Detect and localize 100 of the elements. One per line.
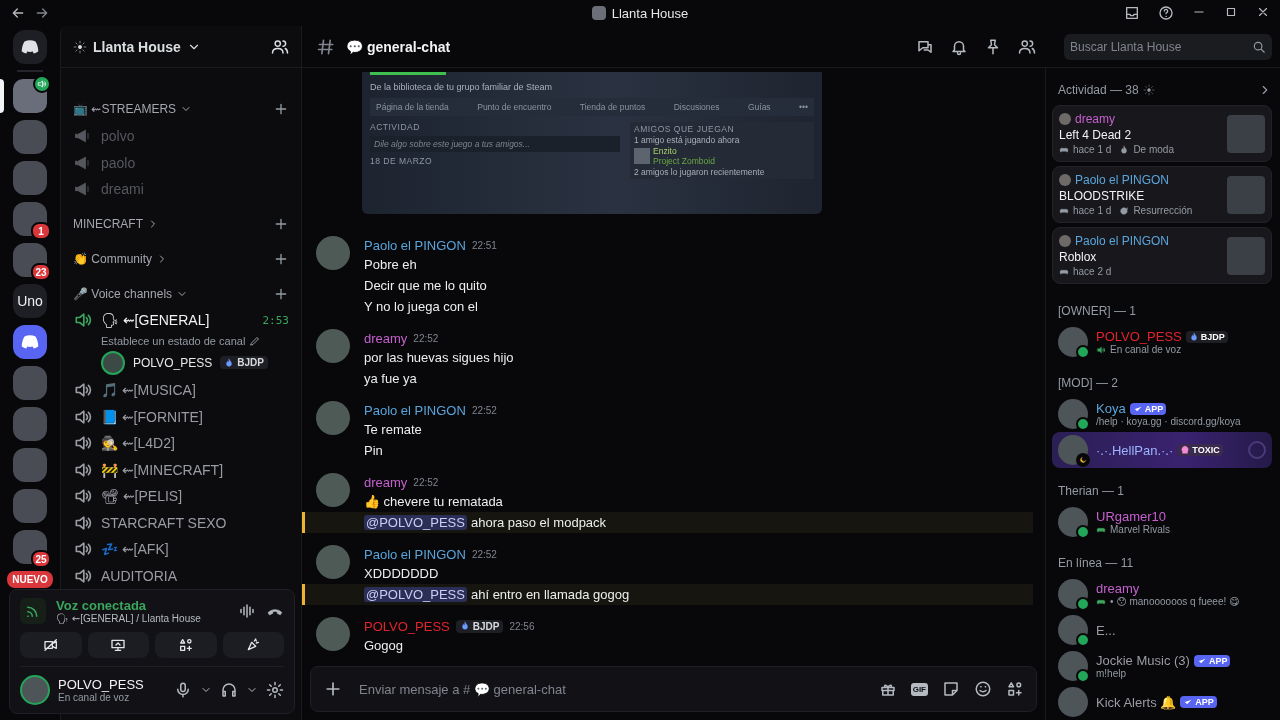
add-member-icon[interactable] (271, 37, 289, 56)
avatar[interactable] (316, 401, 350, 435)
category-toggle[interactable]: MINECRAFT (73, 216, 159, 231)
member-status-text: /help · koya.gg · discord.gg/koya (1096, 416, 1241, 427)
inbox-icon[interactable] (1124, 5, 1140, 21)
author-name[interactable]: POLVO_PESS (364, 618, 450, 634)
friend-game: Project Zomboid (653, 156, 715, 166)
avatar[interactable] (316, 329, 350, 363)
member-row[interactable]: ·.·.HellPan.·.· TOXIC (1052, 432, 1272, 468)
microphone-icon[interactable] (174, 681, 192, 699)
user-mention[interactable]: @POLVO_PESS (364, 587, 467, 602)
message-input-field[interactable]: Enviar mensaje a # 💬 general-chat GIF (310, 666, 1037, 712)
apps-icon[interactable] (1006, 680, 1024, 698)
activity-card[interactable]: dreamy Left 4 Dead 2 hace 1 d De moda (1052, 105, 1272, 162)
screen-share-button[interactable] (87, 632, 149, 658)
category-toggle[interactable]: 🎤 Voice channels (73, 286, 189, 301)
avatar[interactable] (316, 545, 350, 579)
badge-label: APP (1208, 655, 1228, 666)
member-row[interactable]: Koya APP /help · koya.gg · discord.gg/koya (1052, 396, 1272, 432)
server-button[interactable] (13, 30, 47, 64)
message-text: XDDDDDDD (364, 566, 439, 581)
members-icon[interactable] (1018, 37, 1036, 56)
avatar[interactable] (316, 236, 350, 270)
camera-off-icon (42, 637, 59, 653)
search-field[interactable]: Buscar Llanta House (1064, 33, 1272, 60)
member-row[interactable]: dreamy • 😯 manoooooos q fueee! 😋 (1052, 576, 1272, 612)
store-page-screenshot[interactable] (362, 72, 822, 214)
avatar[interactable] (316, 617, 350, 651)
message-text: ya fue ya (364, 371, 417, 386)
server-name-menu[interactable]: Llanta House (73, 38, 271, 55)
refresh-icon (1119, 205, 1130, 216)
flame-icon (1188, 331, 1199, 342)
server-button[interactable] (13, 243, 47, 277)
embed-tab-label: Discusiones (673, 102, 720, 112)
waveform-icon[interactable] (238, 602, 256, 620)
message-input[interactable]: Enviar mensaje a # 💬 general-chat (357, 680, 865, 698)
category-toggle[interactable]: 👏 Community (73, 251, 168, 266)
voice-channel[interactable]: 🕵 ⇜[L4D2] (73, 433, 289, 454)
activity-detail: hace 1 d (1073, 144, 1112, 155)
sticker-icon[interactable] (942, 680, 960, 698)
member-group-heading: [MOD] — 2 (1058, 376, 1119, 390)
member-group-heading: En línea — 11 (1058, 556, 1135, 570)
voice-channel[interactable]: 🗣 ⇜[GENERAL] (73, 310, 263, 331)
avatar (1058, 651, 1088, 681)
author-name[interactable]: Paolo el PINGON (364, 402, 466, 418)
server-button[interactable] (13, 325, 47, 359)
headphones-icon[interactable] (220, 681, 238, 699)
voice-channel[interactable]: 🚧 ⇜[MINECRAFT] (73, 459, 289, 480)
member-row[interactable]: Jockie Music (3) APP m!help (1052, 648, 1272, 684)
channel-status-hint[interactable]: Establece un estado de canal (101, 335, 246, 348)
pencil-icon[interactable] (249, 335, 262, 348)
user-mention[interactable]: @POLVO_PESS (364, 515, 467, 530)
message-text: por las huevas sigues hijo (364, 350, 514, 365)
voice-channel[interactable]: STARCRAFT SEXO (73, 512, 289, 533)
emoji-icon[interactable] (974, 680, 992, 698)
server-button[interactable] (13, 530, 47, 564)
activity-detail: hace 2 d (1073, 266, 1112, 277)
embed-tab-label: Guías (747, 102, 771, 112)
author-name[interactable]: dreamy (364, 474, 408, 490)
back-icon[interactable] (10, 5, 26, 21)
member-name: dreamy (1096, 581, 1140, 596)
voice-channel[interactable]: 📽 ⇜[PELIS] (73, 486, 289, 507)
member-row[interactable]: POLVO_PESS BJDP En canal de voz (1052, 324, 1272, 360)
member-row[interactable]: E... (1052, 612, 1272, 648)
server-button[interactable]: Uno (13, 284, 47, 318)
activity-card[interactable]: Paolo el PINGON BLOODSTRIKE hace 1 d Resurrección (1052, 166, 1272, 223)
voice-channel-link[interactable]: 🗣 ⇜[GENERAL] / Llanta House (56, 613, 228, 624)
speaker-icon (1096, 344, 1106, 355)
avatar[interactable] (316, 473, 350, 507)
avatar (1058, 507, 1088, 537)
help-icon[interactable] (1158, 5, 1174, 21)
voice-channel[interactable]: AUDITORIA (73, 565, 289, 586)
soundboard-button[interactable] (222, 632, 284, 658)
author-name[interactable]: dreamy (364, 330, 408, 346)
voice-channel[interactable]: 🎵 ⇜[MUSICA] (73, 380, 289, 401)
voice-channel[interactable]: 📘 ⇜[FORNITE] (73, 406, 289, 427)
author-name[interactable]: Paolo el PINGON (364, 237, 466, 253)
avatar (1059, 174, 1071, 186)
gif-button[interactable]: GIF (910, 682, 928, 696)
camera-off-button[interactable] (20, 632, 82, 658)
check-icon (1196, 655, 1207, 666)
gear-icon[interactable] (1142, 83, 1155, 96)
activities-button[interactable] (155, 632, 217, 658)
member-row[interactable]: URgamer10 Marvel Rivals (1052, 504, 1272, 540)
forward-icon[interactable] (34, 5, 50, 21)
member-row[interactable]: Kick Alerts 🔔 APP (1052, 684, 1272, 720)
category-toggle[interactable]: 📺 ⇜STREAMERS (73, 102, 193, 117)
close-icon[interactable] (1256, 5, 1270, 19)
avatar (1059, 235, 1071, 247)
voice-user-name[interactable]: POLVO_PESS (133, 355, 213, 370)
user-name: Paolo el PINGON (1075, 234, 1170, 248)
voice-channel[interactable]: 💤 ⇜[AFK] (73, 539, 289, 560)
member-name: Kick Alerts 🔔 (1096, 694, 1177, 710)
tag-label: BJDP (472, 620, 500, 632)
maximize-icon[interactable] (1224, 5, 1238, 19)
author-name[interactable]: Paolo el PINGON (364, 546, 466, 562)
activity-card[interactable]: Paolo el PINGON Roblox hace 2 d (1052, 227, 1272, 284)
avatar[interactable] (20, 675, 50, 705)
settings-icon[interactable] (266, 681, 284, 699)
message-text: 👍 chevere tu rematada (364, 494, 503, 509)
